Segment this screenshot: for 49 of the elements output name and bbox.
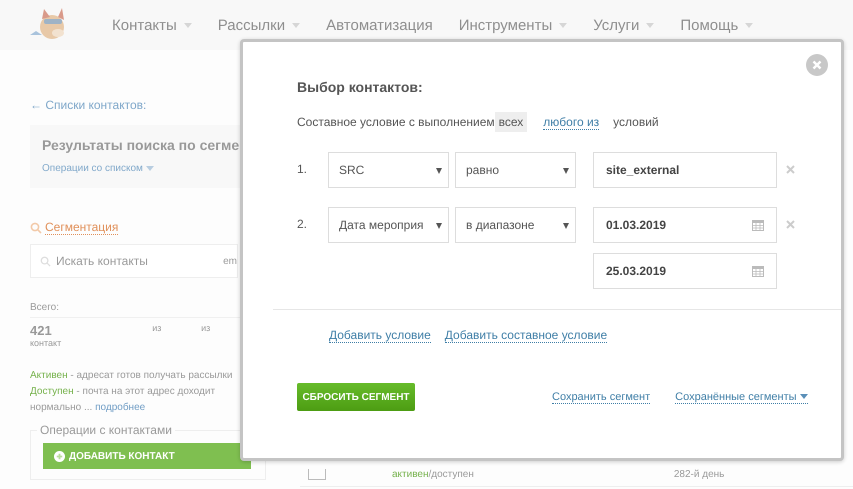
match-option[interactable]: любого из bbox=[543, 114, 600, 130]
match-option[interactable]: всех bbox=[494, 112, 528, 132]
list-operations-link[interactable]: Операции со списком bbox=[42, 163, 272, 174]
saved-segments-menu[interactable]: Сохранённые сегменты bbox=[675, 390, 808, 404]
remove-icon[interactable] bbox=[786, 165, 795, 174]
operator-select[interactable]: равно bbox=[455, 152, 576, 188]
nav-menu-item[interactable]: Инструменты bbox=[458, 16, 568, 34]
plus-icon bbox=[54, 450, 65, 462]
nav-menu-item[interactable]: Услуги bbox=[593, 16, 654, 34]
nav-menu-item[interactable]: Автоматизация bbox=[326, 16, 433, 34]
count-unit: контакт bbox=[30, 338, 62, 348]
add-contact-button[interactable]: ДОБАВИТЬ КОНТАКТ bbox=[43, 443, 251, 469]
more-link[interactable]: подробнее bbox=[95, 402, 146, 413]
stat-label: из bbox=[201, 323, 212, 333]
calendar-icon bbox=[752, 265, 764, 277]
legend-text: Активен - адресат готов получать рассылки bbox=[30, 369, 234, 383]
contact-count: 421 bbox=[30, 323, 53, 338]
save-segment-link[interactable]: Сохранить сегмент bbox=[552, 390, 650, 404]
operator-select[interactable]: в диапазоне bbox=[455, 207, 576, 243]
search-scope-label: em bbox=[223, 256, 237, 266]
panel-title: Результаты поиска по сегме bbox=[42, 137, 240, 153]
search-icon bbox=[40, 256, 51, 266]
table-cell: 282-й день bbox=[674, 468, 724, 480]
dialog-title: Выбор контактов: bbox=[297, 79, 424, 95]
add-condition-link[interactable]: Добавить составное условие bbox=[444, 328, 608, 343]
search-field[interactable]: Искать контакты em bbox=[30, 244, 238, 278]
field-select[interactable]: SRC bbox=[328, 152, 449, 188]
condition-label: условий bbox=[613, 115, 659, 129]
add-condition-link[interactable]: Добавить условие bbox=[329, 328, 431, 343]
date-field[interactable]: 25.03.2019 bbox=[593, 253, 777, 289]
reset-segment-button[interactable]: СБРОСИТЬ СЕГМЕНТ bbox=[297, 383, 415, 411]
remove-icon[interactable] bbox=[786, 220, 795, 229]
close-icon[interactable] bbox=[806, 54, 828, 76]
nav-menu-item[interactable]: Рассылки bbox=[218, 16, 300, 34]
condition-number: 2. bbox=[297, 216, 308, 231]
segmentation-link[interactable]: Сегментация bbox=[45, 220, 118, 235]
status-text: активен/доступен bbox=[392, 468, 474, 480]
condition-number: 1. bbox=[297, 161, 308, 176]
stat-label: из bbox=[152, 323, 162, 333]
nav-menu-item[interactable]: Контакты bbox=[112, 16, 192, 34]
nav-menu-item[interactable]: Помощь bbox=[680, 16, 754, 34]
field-select[interactable]: Дата мероприя bbox=[328, 207, 449, 243]
row-checkbox[interactable] bbox=[308, 468, 326, 480]
search-icon bbox=[30, 222, 42, 234]
calendar-icon bbox=[752, 219, 764, 231]
panel-title: Операции с контактами bbox=[37, 423, 175, 437]
value-field[interactable]: site_external bbox=[593, 152, 777, 188]
date-field[interactable]: 01.03.2019 bbox=[593, 207, 777, 243]
condition-label: Составное условие с выполнением bbox=[297, 115, 495, 129]
